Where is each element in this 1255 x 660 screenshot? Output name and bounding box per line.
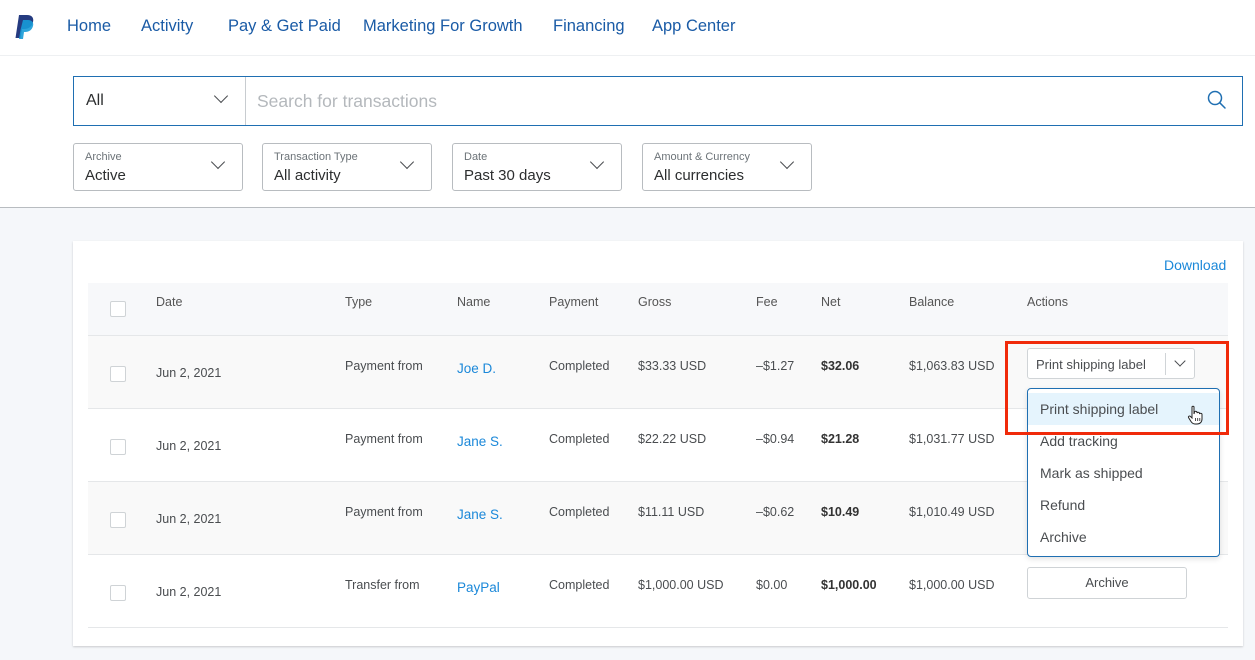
filter-label: Archive: [85, 151, 122, 163]
nav-activity[interactable]: Activity: [141, 17, 193, 36]
chevron-down-icon: [779, 154, 795, 170]
nav-home[interactable]: Home: [67, 17, 111, 36]
row-payment-status: Completed: [549, 505, 610, 519]
header-payment: Payment: [549, 295, 599, 309]
row-fee: –$1.27: [756, 359, 795, 373]
header-name: Name: [457, 295, 491, 309]
nav-pay-and-get-paid[interactable]: Pay & Get Paid: [228, 17, 341, 36]
chevron-down-icon: [589, 154, 605, 170]
row-gross: $33.33 USD: [638, 359, 707, 373]
menu-item-refund[interactable]: Refund: [1028, 489, 1219, 521]
header-fee: Fee: [756, 295, 778, 309]
row-type: Transfer from: [345, 578, 420, 592]
menu-item-mark-as-shipped[interactable]: Mark as shipped: [1028, 457, 1219, 489]
row-checkbox[interactable]: [110, 512, 126, 528]
chevron-down-icon: [399, 154, 415, 170]
row-date: Jun 2, 2021: [156, 585, 222, 599]
top-navigation: Home Activity Pay & Get Paid Marketing F…: [0, 0, 1255, 56]
hand-pointer-icon: [1187, 405, 1203, 425]
filter-label: Amount & Currency: [654, 151, 750, 163]
row-name-link[interactable]: Joe D.: [457, 361, 496, 376]
filter-archive[interactable]: Archive Active: [73, 143, 243, 191]
nav-marketing-for-growth[interactable]: Marketing For Growth: [363, 17, 523, 36]
row-date: Jun 2, 2021: [156, 366, 222, 380]
row-date: Jun 2, 2021: [156, 512, 222, 526]
row-type: Payment from: [345, 432, 423, 446]
chevron-down-icon: [210, 154, 226, 170]
header-date[interactable]: Date: [156, 295, 182, 309]
menu-item-archive[interactable]: Archive: [1028, 521, 1219, 553]
search-input[interactable]: [257, 77, 1197, 125]
header-actions: Actions: [1027, 295, 1068, 309]
row-net: $1,000.00: [821, 578, 877, 592]
divider: [1165, 353, 1166, 375]
row-net: $10.49: [821, 505, 860, 519]
row-balance: $1,063.83 USD: [909, 359, 995, 373]
row-net: $32.06: [821, 359, 860, 373]
filter-label: Date: [464, 151, 488, 163]
header-gross: Gross: [638, 295, 672, 309]
row-payment-status: Completed: [549, 432, 610, 446]
action-select[interactable]: Print shipping label: [1027, 348, 1195, 379]
filter-label: Transaction Type: [274, 151, 358, 163]
row-fee: –$0.94: [756, 432, 795, 446]
row-type: Payment from: [345, 359, 423, 373]
header-balance: Balance: [909, 295, 955, 309]
row-balance: $1,010.49 USD: [909, 505, 995, 519]
row-fee: –$0.62: [756, 505, 795, 519]
search-scope-select[interactable]: All: [74, 77, 246, 125]
filters-area: All Archive Active Transaction Type All …: [0, 56, 1255, 208]
row-balance: $1,000.00 USD: [909, 578, 995, 592]
row-payment-status: Completed: [549, 359, 610, 373]
archive-button[interactable]: Archive: [1027, 567, 1187, 599]
filter-value: All currencies: [654, 167, 745, 184]
row-name-link[interactable]: PayPal: [457, 580, 500, 595]
header-type: Type: [345, 295, 373, 309]
chevron-down-icon[interactable]: [1174, 355, 1186, 367]
row-checkbox[interactable]: [110, 439, 126, 455]
row-name-link[interactable]: Jane S.: [457, 434, 503, 449]
search-scope-value: All: [86, 92, 104, 109]
row-net: $21.28: [821, 432, 860, 446]
row-gross: $22.22 USD: [638, 432, 707, 446]
search-icon[interactable]: [1207, 90, 1227, 110]
row-name-link[interactable]: Jane S.: [457, 507, 503, 522]
row-checkbox[interactable]: [110, 585, 126, 601]
row-checkbox[interactable]: [110, 366, 126, 382]
row-gross: $11.11 USD: [638, 505, 705, 519]
table-row[interactable]: Jun 2, 2021 Transfer from PayPal Complet…: [88, 555, 1228, 628]
search-bar: All: [73, 76, 1243, 126]
select-all-checkbox[interactable]: [110, 301, 126, 317]
paypal-logo[interactable]: [14, 14, 36, 40]
row-balance: $1,031.77 USD: [909, 432, 995, 446]
filter-amount-currency[interactable]: Amount & Currency All currencies: [642, 143, 812, 191]
download-link[interactable]: Download: [1164, 257, 1226, 273]
row-gross: $1,000.00 USD: [638, 578, 724, 592]
action-select-value: Print shipping label: [1036, 357, 1146, 372]
menu-item-add-tracking[interactable]: Add tracking: [1028, 425, 1219, 457]
filter-value: All activity: [274, 167, 341, 184]
header-net: Net: [821, 295, 841, 309]
filter-date[interactable]: Date Past 30 days: [452, 143, 622, 191]
filter-value: Active: [85, 167, 126, 184]
row-fee: $0.00: [756, 578, 788, 592]
table-header: Date Type Name Payment Gross Fee Net Bal…: [88, 283, 1228, 336]
nav-app-center[interactable]: App Center: [652, 17, 735, 36]
nav-financing[interactable]: Financing: [553, 17, 625, 36]
row-type: Payment from: [345, 505, 423, 519]
row-date: Jun 2, 2021: [156, 439, 222, 453]
row-payment-status: Completed: [549, 578, 610, 592]
chevron-down-icon: [213, 88, 229, 104]
filter-transaction-type[interactable]: Transaction Type All activity: [262, 143, 432, 191]
filter-value: Past 30 days: [464, 167, 551, 184]
